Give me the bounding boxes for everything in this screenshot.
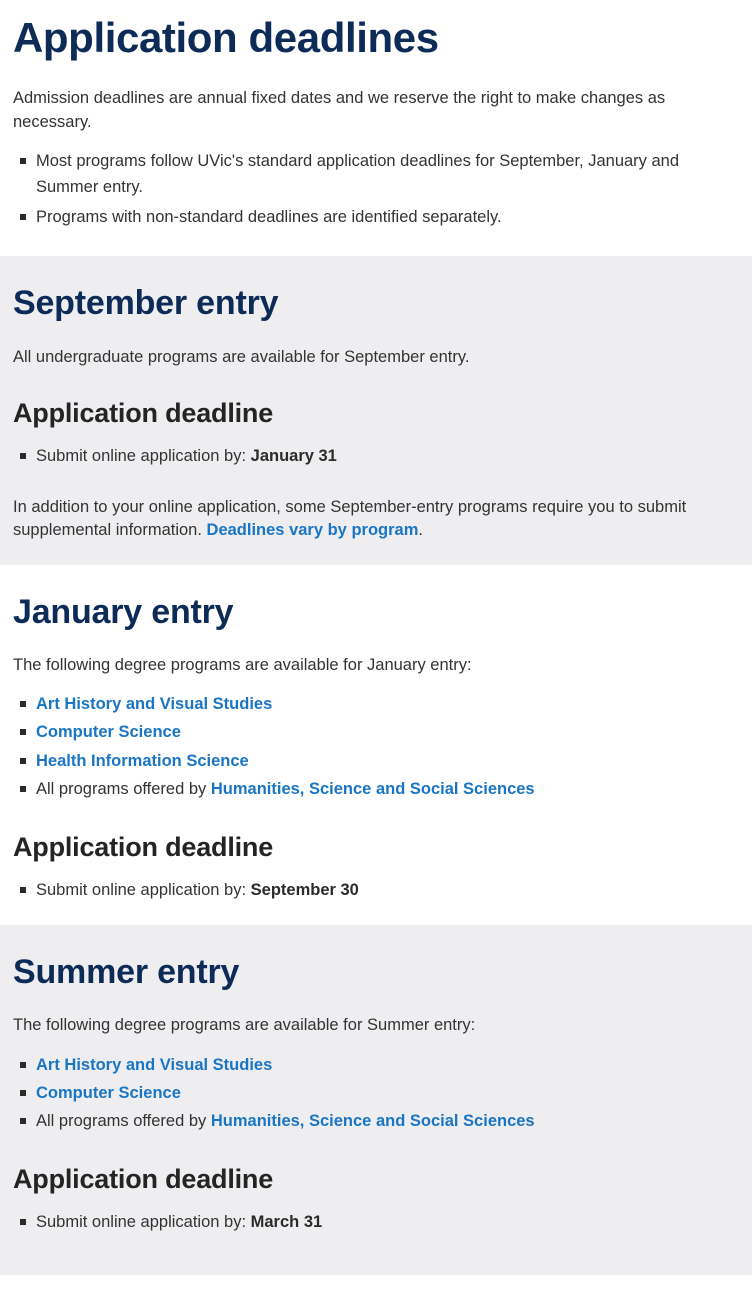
list-item: Most programs follow UVic's standard app… [13,148,739,200]
summer-deadline-heading: Application deadline [13,1163,274,1194]
january-program-list: Art History and Visual Studies Computer … [13,691,739,802]
summer-lead-text: The following degree programs are availa… [13,1016,476,1035]
january-deadline-list: Submit online application by: September … [13,877,739,903]
program-link-art-history-and-visual-studies[interactable]: Art History and Visual Studies [36,1056,272,1074]
september-deadline-heading: Application deadline [13,398,274,429]
january-entry-section: January entry The following degree progr… [0,564,752,926]
summer-deadline-label: Submit online application by: [36,1213,247,1232]
list-item: Computer Science [13,719,739,746]
list-item: Health Information Science [13,748,739,775]
program-link-health-information-science[interactable]: Health Information Science [36,752,249,770]
september-deadline-label: Submit online application by: [36,447,247,466]
summer-deadline-list: Submit online application by: March 31 [13,1209,739,1235]
january-deadline-heading: Application deadline [13,831,274,862]
intro-paragraph: Admission deadlines are annual fixed dat… [13,89,666,131]
summer-entry-section: Summer entry The following degree progra… [0,925,752,1276]
intro-bullet-list: Most programs follow UVic's standard app… [13,148,739,230]
intro-section: Application deadlines Admission deadline… [0,0,752,257]
list-item: Art History and Visual Studies [13,691,739,718]
september-lead-text: All undergraduate programs are available… [13,347,470,366]
january-deadline-label: Submit online application by: [36,881,247,899]
january-lead-text: The following degree programs are availa… [13,655,472,674]
list-item: Art History and Visual Studies [13,1052,739,1079]
january-deadline-date: September 30 [250,881,359,899]
faculty-link-humanities-science-and-social-sciences[interactable]: Humanities, Science and Social Sciences [211,780,535,798]
september-deadline-list: Submit online application by: January 31 [13,443,739,469]
january-faculty-prefix: All programs offered by [36,779,211,798]
program-link-computer-science[interactable]: Computer Science [36,723,181,741]
list-item: Programs with non-standard deadlines are… [13,204,739,230]
september-entry-section: September entry All undergraduate progra… [0,256,752,565]
application-deadlines-page: Application deadlines Admission deadline… [0,0,752,1312]
summer-program-list: Art History and Visual Studies Computer … [13,1052,739,1135]
list-item: All programs offered by Humanities, Scie… [13,1108,739,1135]
deadlines-vary-by-program-link[interactable]: Deadlines vary by program [207,521,419,539]
september-supplemental-note: In addition to your online application, … [13,496,739,543]
list-item: Submit online application by: January 31 [13,443,739,469]
september-deadline-date: January 31 [250,447,337,466]
summer-faculty-prefix: All programs offered by [36,1111,211,1130]
september-section-title: September entry [13,284,279,323]
september-note-text-after: . [418,521,423,540]
list-item: Submit online application by: March 31 [13,1209,739,1235]
list-item: Submit online application by: September … [13,877,739,903]
page-title: Application deadlines [13,14,439,61]
list-item: Computer Science [13,1080,739,1107]
summer-deadline-date: March 31 [250,1213,323,1232]
faculty-link-humanities-science-and-social-sciences[interactable]: Humanities, Science and Social Sciences [211,1112,535,1130]
program-link-art-history-and-visual-studies[interactable]: Art History and Visual Studies [36,695,272,713]
list-item: All programs offered by Humanities, Scie… [13,776,739,803]
january-section-title: January entry [13,592,234,631]
summer-section-title: Summer entry [13,953,240,992]
program-link-computer-science[interactable]: Computer Science [36,1084,181,1102]
